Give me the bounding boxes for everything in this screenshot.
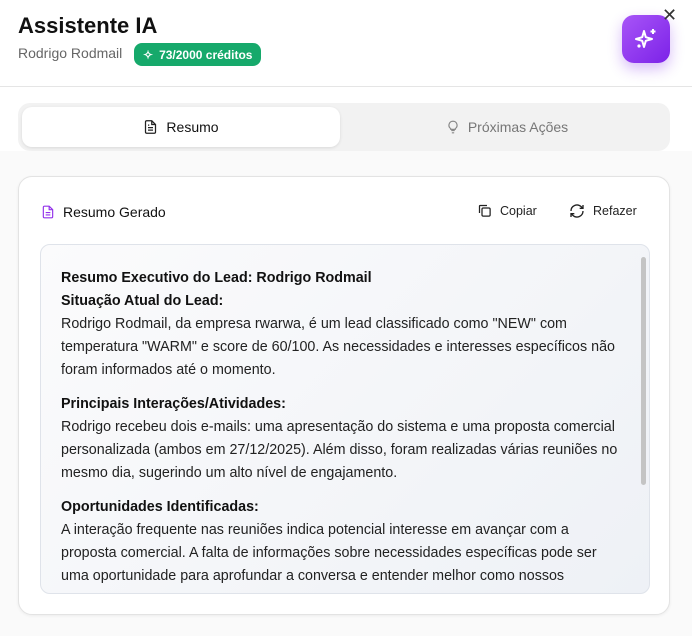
tab-label: Resumo [166, 119, 219, 135]
section-title: Situação Atual do Lead: [61, 293, 224, 309]
close-icon[interactable]: ✕ [662, 5, 677, 26]
copy-label: Copiar [500, 203, 537, 218]
section-title: Oportunidades Identificadas: [61, 499, 259, 515]
sparkle-icon: ✧ [143, 47, 154, 62]
sparkles-icon [635, 29, 656, 48]
section-title: Principais Interações/Atividades: [61, 396, 286, 412]
header: Assistente IA Rodrigo Rodmail ✧ 73/2000 … [0, 0, 692, 151]
divider [0, 86, 692, 87]
file-text-icon [42, 205, 54, 219]
section-body: Rodrigo Rodmail, da empresa rwarwa, é um… [61, 316, 615, 378]
lead-name: Rodrigo Rodmail [18, 45, 123, 61]
section-body: A interação frequente nas reuniões indic… [61, 522, 597, 584]
redo-label: Refazer [593, 204, 637, 218]
copy-button[interactable]: Copiar [477, 203, 537, 218]
summary-card: Resumo Gerado Copiar Refazer Resumo Exec… [18, 176, 670, 615]
refresh-icon [570, 204, 584, 218]
credits-text: 73/2000 créditos [159, 47, 253, 62]
tab-bar: Resumo Próximas Ações [18, 103, 670, 151]
summary-content[interactable]: Resumo Executivo do Lead: Rodrigo Rodmai… [40, 244, 650, 594]
file-text-icon [145, 120, 157, 134]
page-title: Assistente IA [18, 13, 158, 38]
tab-label: Próximas Ações [467, 119, 569, 135]
summary-heading: Resumo Executivo do Lead: Rodrigo Rodmai… [61, 270, 372, 286]
scrollbar[interactable] [641, 257, 646, 485]
copy-icon [478, 204, 491, 217]
tab-resumo[interactable]: Resumo [22, 107, 340, 147]
card-header: Resumo Gerado [41, 204, 166, 220]
tab-proximas-acoes[interactable]: Próximas Ações [348, 107, 666, 147]
section-body: Rodrigo recebeu dois e-mails: uma aprese… [61, 419, 618, 481]
redo-button[interactable]: Refazer [569, 203, 637, 219]
lightbulb-icon [448, 120, 458, 134]
credits-badge: ✧ 73/2000 créditos [134, 43, 262, 66]
card-title: Resumo Gerado [63, 204, 166, 220]
